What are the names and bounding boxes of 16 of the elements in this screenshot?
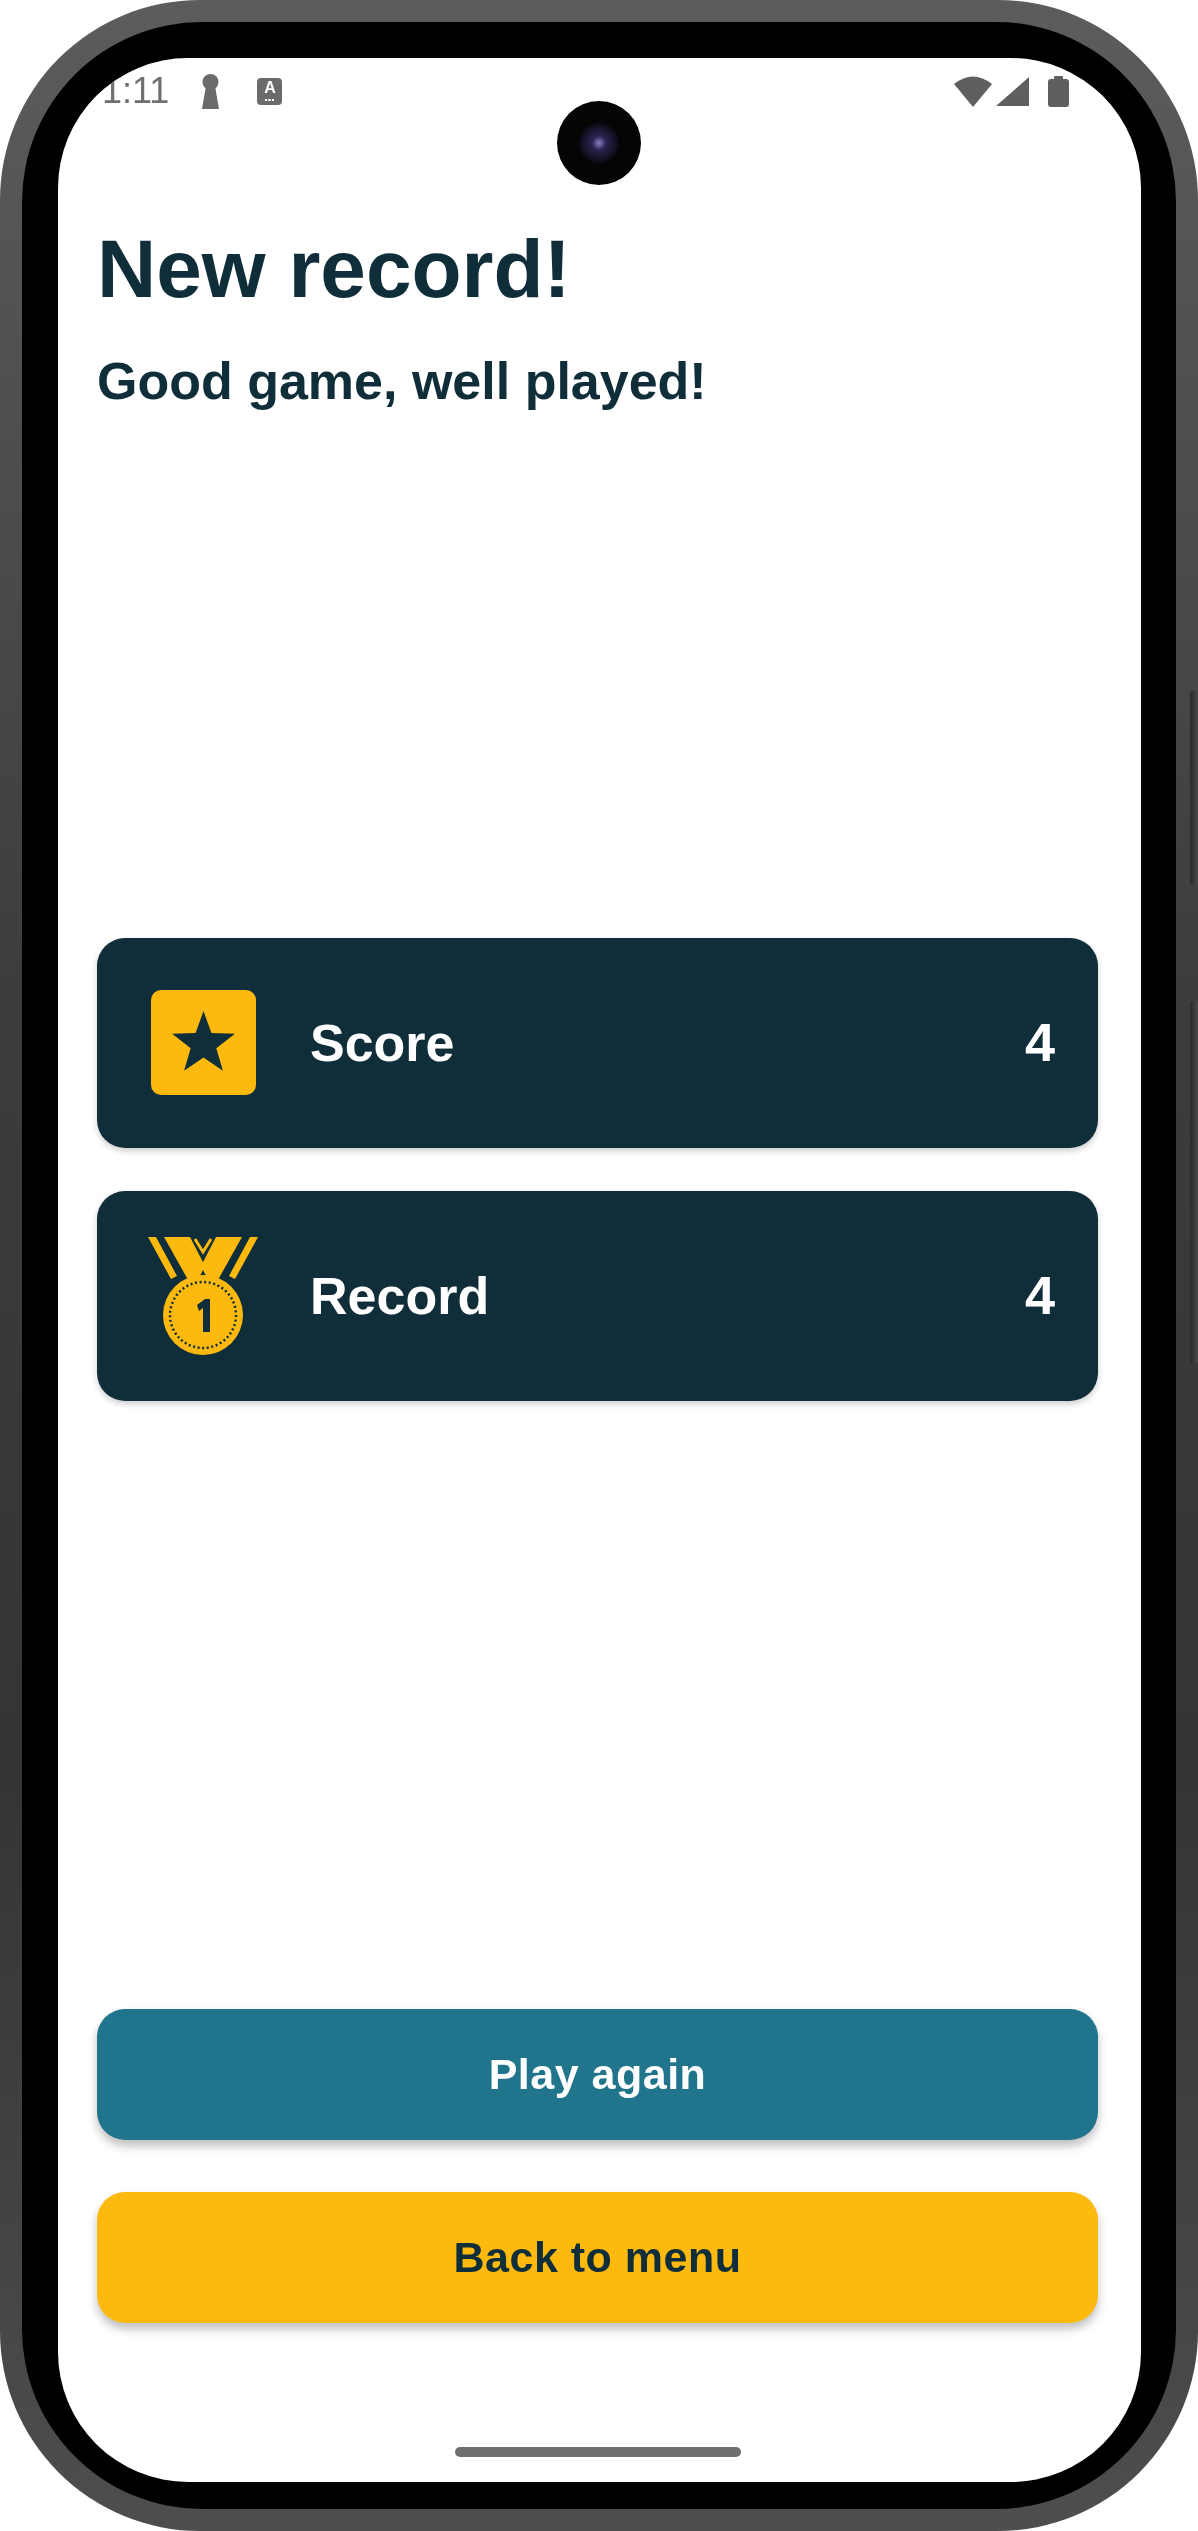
battery-icon xyxy=(1048,75,1069,107)
letter-badge: A xyxy=(257,77,283,105)
stat-label: Score xyxy=(310,1012,455,1074)
play-again-button[interactable]: Play again xyxy=(97,2008,1098,2140)
page-subtitle: Good game, well played! xyxy=(97,351,708,413)
back-to-menu-button[interactable]: Back to menu xyxy=(97,2191,1098,2323)
medal-icon xyxy=(147,1235,259,1356)
signal-icon xyxy=(996,76,1029,106)
stat-label: Record xyxy=(310,1265,490,1327)
stat-value: 4 xyxy=(1024,1264,1055,1328)
wifi-icon xyxy=(954,75,992,107)
side-button[interactable] xyxy=(1190,1001,1198,1364)
page-title: New record! xyxy=(97,222,572,316)
stat-value: 4 xyxy=(1024,1011,1055,1075)
side-button[interactable] xyxy=(1190,691,1198,885)
camera-icon xyxy=(557,101,641,185)
